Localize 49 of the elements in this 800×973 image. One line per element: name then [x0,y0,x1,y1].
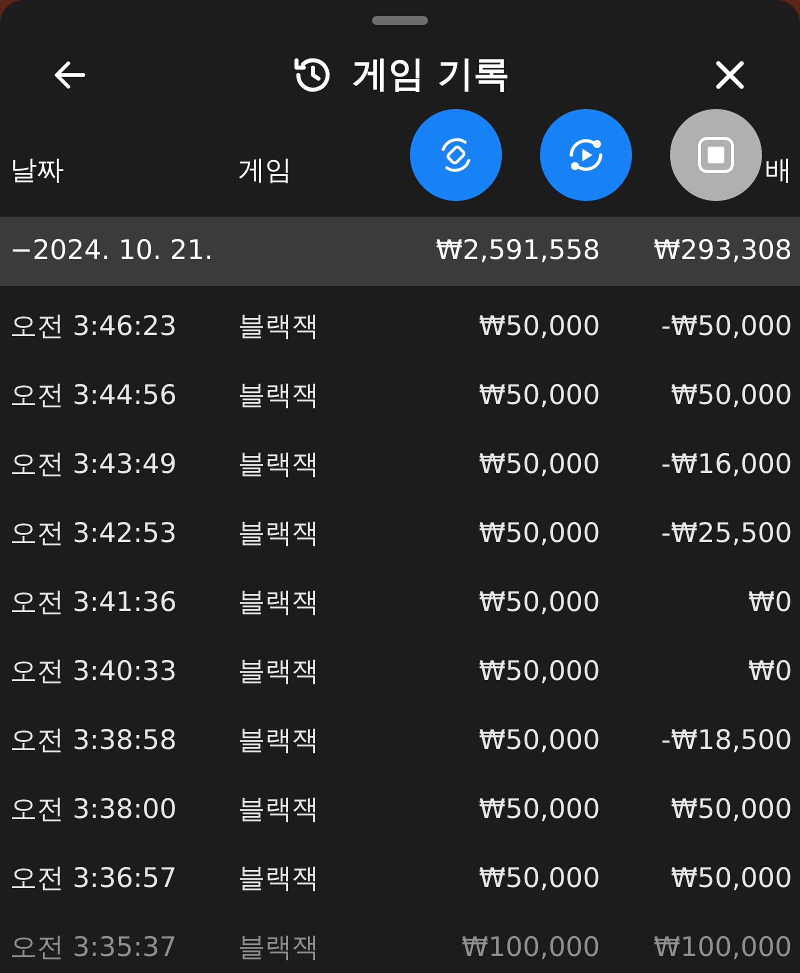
game-cell-text: 블랙잭 [238,379,320,414]
payout-cell-text: ₩100,000 [652,931,792,966]
drag-handle[interactable] [372,16,428,25]
time-cell-text: 오전 3:38:00 [10,793,178,828]
game-cell-text: 블랙잭 [238,862,320,896]
game-cell-text: 블랙잭 [238,448,320,482]
payout-cell-text: -₩25,500 [660,517,792,552]
column-header: 날짜 [10,154,64,188]
game-cell-text: 블랙잭 [238,586,320,620]
time-cell-text: 오전 3:41:36 [10,586,178,620]
game-cell-text: 블랙잭 [238,724,320,758]
time-cell-text: 오전 3:46:23 [10,310,178,344]
bet-cell-text: ₩50,000 [478,655,600,690]
page-title: 게임 기록 [352,53,510,97]
time-cell-text: 오전 3:35:37 [10,931,178,966]
bet-cell-text: ₩50,000 [478,862,600,896]
time-cell-text: 오전 3:40:33 [10,655,178,690]
payout-cell-text: -₩50,000 [660,310,792,344]
date-group-row[interactable]: −2024. 10. 21. ₩2,591,558 ₩293,308 [0,217,800,286]
column-header: 배 [765,154,792,188]
bet-cell-text: ₩50,000 [478,517,600,552]
total-payout: ₩293,308 [652,234,792,268]
bet-cell-text: ₩50,000 [478,724,600,758]
game-cell-text: 블랙잭 [238,931,320,966]
time-cell-text: 오전 3:42:53 [10,517,178,552]
time-cell-text: 오전 3:44:56 [10,379,178,414]
payout-cell-text: ₩50,000 [670,862,792,896]
bet-cell-text: ₩50,000 [478,586,600,620]
payout-cell-text: -₩18,500 [660,724,792,758]
payout-cell-text: ₩50,000 [670,379,792,414]
game-cell-text: 블랙잭 [238,517,320,552]
time-cell-text: 오전 3:36:57 [10,862,178,896]
column-header: 게임 [238,154,292,188]
payout-cell-text: ₩50,000 [670,793,792,828]
bet-cell-text: ₩50,000 [478,448,600,482]
bet-cell-text: ₩50,000 [478,793,600,828]
bet-cell-text: ₩50,000 [478,310,600,344]
payout-cell-text: -₩16,000 [660,448,792,482]
time-cell-text: 오전 3:43:49 [10,448,178,482]
payout-cell-text: ₩0 [747,586,792,620]
game-cell-text: 블랙잭 [238,655,320,690]
bet-cell-text: ₩100,000 [460,931,600,966]
date-group-label: −2024. 10. 21. [10,234,214,268]
time-cell-text: 오전 3:38:58 [10,724,178,758]
total-bet: ₩2,591,558 [434,234,600,268]
game-cell-text: 블랙잭 [238,310,320,344]
bet-cell-text: ₩50,000 [478,379,600,414]
game-cell-text: 블랙잭 [238,793,320,828]
payout-cell-text: ₩0 [747,655,792,690]
